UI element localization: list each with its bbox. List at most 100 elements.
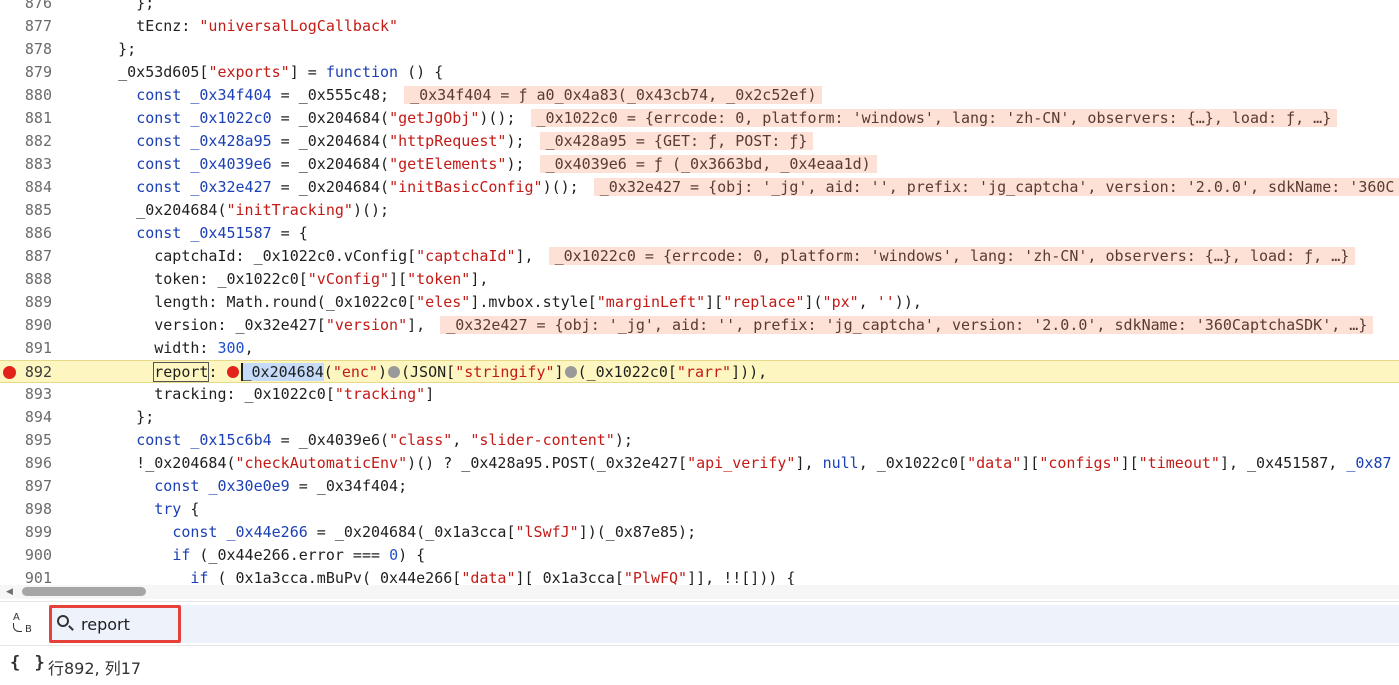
code-token: ): [377, 363, 387, 381]
line-number[interactable]: 886: [0, 222, 52, 245]
code-token: "eles": [416, 293, 471, 311]
inline-value-hint: _0x428a95 = {GET: ƒ, POST: ƒ}: [539, 132, 814, 150]
code-editor[interactable]: 876 }; 877 tEcnz: "universalLogCallback" 8…: [0, 0, 1399, 585]
code-line[interactable]: 886 const _0x451587 = {: [0, 222, 1399, 245]
code-token: "httpRequest": [389, 132, 507, 150]
inline-value-hint: _0x32e427 = {obj: '_jg', aid: '', prefix…: [593, 178, 1399, 196]
line-number[interactable]: 880: [0, 84, 52, 107]
inline-breakpoint-icon[interactable]: [226, 365, 239, 378]
code-line[interactable]: 895 const _0x15c6b4 = _0x4039e6("class",…: [0, 429, 1399, 452]
code-line[interactable]: 885 _0x204684("initTracking")();: [0, 199, 1399, 222]
line-number[interactable]: 877: [0, 15, 52, 38]
search-box[interactable]: [49, 605, 1399, 643]
code-line[interactable]: 877 tEcnz: "universalLogCallback": [0, 15, 1399, 38]
line-number[interactable]: 878: [0, 38, 52, 61]
code-token: const: [136, 132, 182, 150]
code-line[interactable]: 882 const _0x428a95 = _0x204684("httpReq…: [0, 130, 1399, 153]
inline-breakpoint-marker-icon[interactable]: [388, 365, 400, 378]
code-text: };: [82, 38, 136, 61]
code-line[interactable]: 901 if (_0x1a3cca.mBuPv(_0x44e266["data"…: [0, 567, 1399, 585]
line-number[interactable]: 888: [0, 268, 52, 291]
code-token: ],: [470, 270, 489, 288]
code-line[interactable]: 880 const _0x34f404 = _0x555c48; _0x34f4…: [0, 84, 1399, 107]
code-line[interactable]: 887 captchaId: _0x1022c0.vConfig["captch…: [0, 245, 1399, 268]
status-bar: { } 行892, 列17: [0, 645, 1399, 685]
scroll-left-icon[interactable]: ◀: [6, 587, 13, 597]
line-number[interactable]: 892: [0, 361, 52, 384]
line-number[interactable]: 889: [0, 291, 52, 314]
line-number[interactable]: 876: [0, 0, 52, 15]
code-line[interactable]: 889 length: Math.round(_0x1022c0["eles"]…: [0, 291, 1399, 314]
code-line[interactable]: 893 tracking: _0x1022c0["tracking"]: [0, 383, 1399, 406]
code-token: )),: [894, 293, 922, 311]
code-token: );: [506, 132, 534, 150]
code-line[interactable]: 896 !_0x204684("checkAutomaticEnv")() ? …: [0, 452, 1399, 475]
line-number[interactable]: 894: [0, 406, 52, 429]
code-line[interactable]: 898 try {: [0, 498, 1399, 521]
line-number[interactable]: 883: [0, 153, 52, 176]
code-token: const: [136, 431, 182, 449]
code-line[interactable]: 897 const _0x30e0e9 = _0x34f404;: [0, 475, 1399, 498]
scrollbar-thumb[interactable]: [22, 587, 146, 596]
line-number[interactable]: 891: [0, 337, 52, 360]
line-number[interactable]: 898: [0, 498, 52, 521]
inline-breakpoint-marker-icon[interactable]: [564, 365, 577, 378]
line-number[interactable]: 899: [0, 521, 52, 544]
code-line[interactable]: 890 version: _0x32e427["version"], _0x32…: [0, 314, 1399, 337]
code-token: ,: [858, 293, 877, 311]
code-line[interactable]: 884 const _0x32e427 = _0x204684("initBas…: [0, 176, 1399, 199]
code-line[interactable]: 894 };: [0, 406, 1399, 429]
code-token: () {: [398, 63, 444, 81]
line-number[interactable]: 897: [0, 475, 52, 498]
code-line[interactable]: 876 };: [0, 0, 1399, 15]
code-token: const: [136, 155, 182, 173]
match-case-icon[interactable]: A B: [11, 610, 37, 638]
line-number[interactable]: 882: [0, 130, 52, 153]
horizontal-scrollbar[interactable]: ◀: [0, 585, 1399, 599]
line-number[interactable]: 901: [0, 567, 52, 585]
line-number[interactable]: 881: [0, 107, 52, 130]
code-token: };: [82, 40, 137, 58]
code-text: !_0x204684("checkAutomaticEnv")() ? _0x4…: [82, 452, 1391, 475]
code-line[interactable]: 878 };: [0, 38, 1399, 61]
code-text: tEcnz: "universalLogCallback": [82, 15, 398, 38]
line-number[interactable]: 895: [0, 429, 52, 452]
code-token: "initBasicConfig": [389, 178, 543, 196]
code-line[interactable]: 899 const _0x44e266 = _0x204684(_0x1a3cc…: [0, 521, 1399, 544]
line-number[interactable]: 900: [0, 544, 52, 567]
code-token: "getJgObj": [389, 109, 480, 127]
line-number[interactable]: 893: [0, 383, 52, 406]
code-token: "rarr": [676, 363, 732, 381]
line-number[interactable]: 885: [0, 199, 52, 222]
code-line[interactable]: 900 if (_0x44e266.error === 0) {: [0, 544, 1399, 567]
code-line[interactable]: 881 const _0x1022c0 = _0x204684("getJgOb…: [0, 107, 1399, 130]
code-text: try {: [82, 498, 199, 521]
code-line[interactable]: 879 _0x53d605["exports"] = function () {: [0, 61, 1399, 84]
code-token: "checkAutomaticEnv": [235, 454, 408, 472]
line-number[interactable]: 884: [0, 176, 52, 199]
code-line[interactable]: 888 token: _0x1022c0["vConfig"]["token"]…: [0, 268, 1399, 291]
code-line[interactable]: 891 width: 300,: [0, 337, 1399, 360]
code-token: = _0x34f404;: [289, 477, 408, 495]
code-token: const: [136, 86, 182, 104]
pretty-print-icon[interactable]: { }: [10, 653, 47, 673]
inline-value-hint: _0x34f404 = ƒ a0_0x4a83(_0x43cb74, _0x2c…: [404, 86, 823, 104]
code-token: )();: [352, 201, 390, 219]
code-token: _0x30e0e9: [208, 477, 290, 495]
code-line-paused[interactable]: 892 report: _0x204684("enc") (JSON["strin…: [0, 360, 1399, 383]
line-number[interactable]: 896: [0, 452, 52, 475]
code-token: (_0x1022c0[: [577, 363, 677, 381]
code-text: const _0x34f404 = _0x555c48; _0x34f404 =…: [82, 84, 823, 107]
code-line[interactable]: 883 const _0x4039e6 = _0x204684("getElem…: [0, 153, 1399, 176]
code-token: "exports": [208, 63, 290, 81]
line-number[interactable]: 879: [0, 61, 52, 84]
line-number[interactable]: 890: [0, 314, 52, 337]
code-token: "enc": [332, 363, 378, 381]
line-number[interactable]: 887: [0, 245, 52, 268]
code-token: tracking: _0x1022c0[: [82, 385, 335, 403]
